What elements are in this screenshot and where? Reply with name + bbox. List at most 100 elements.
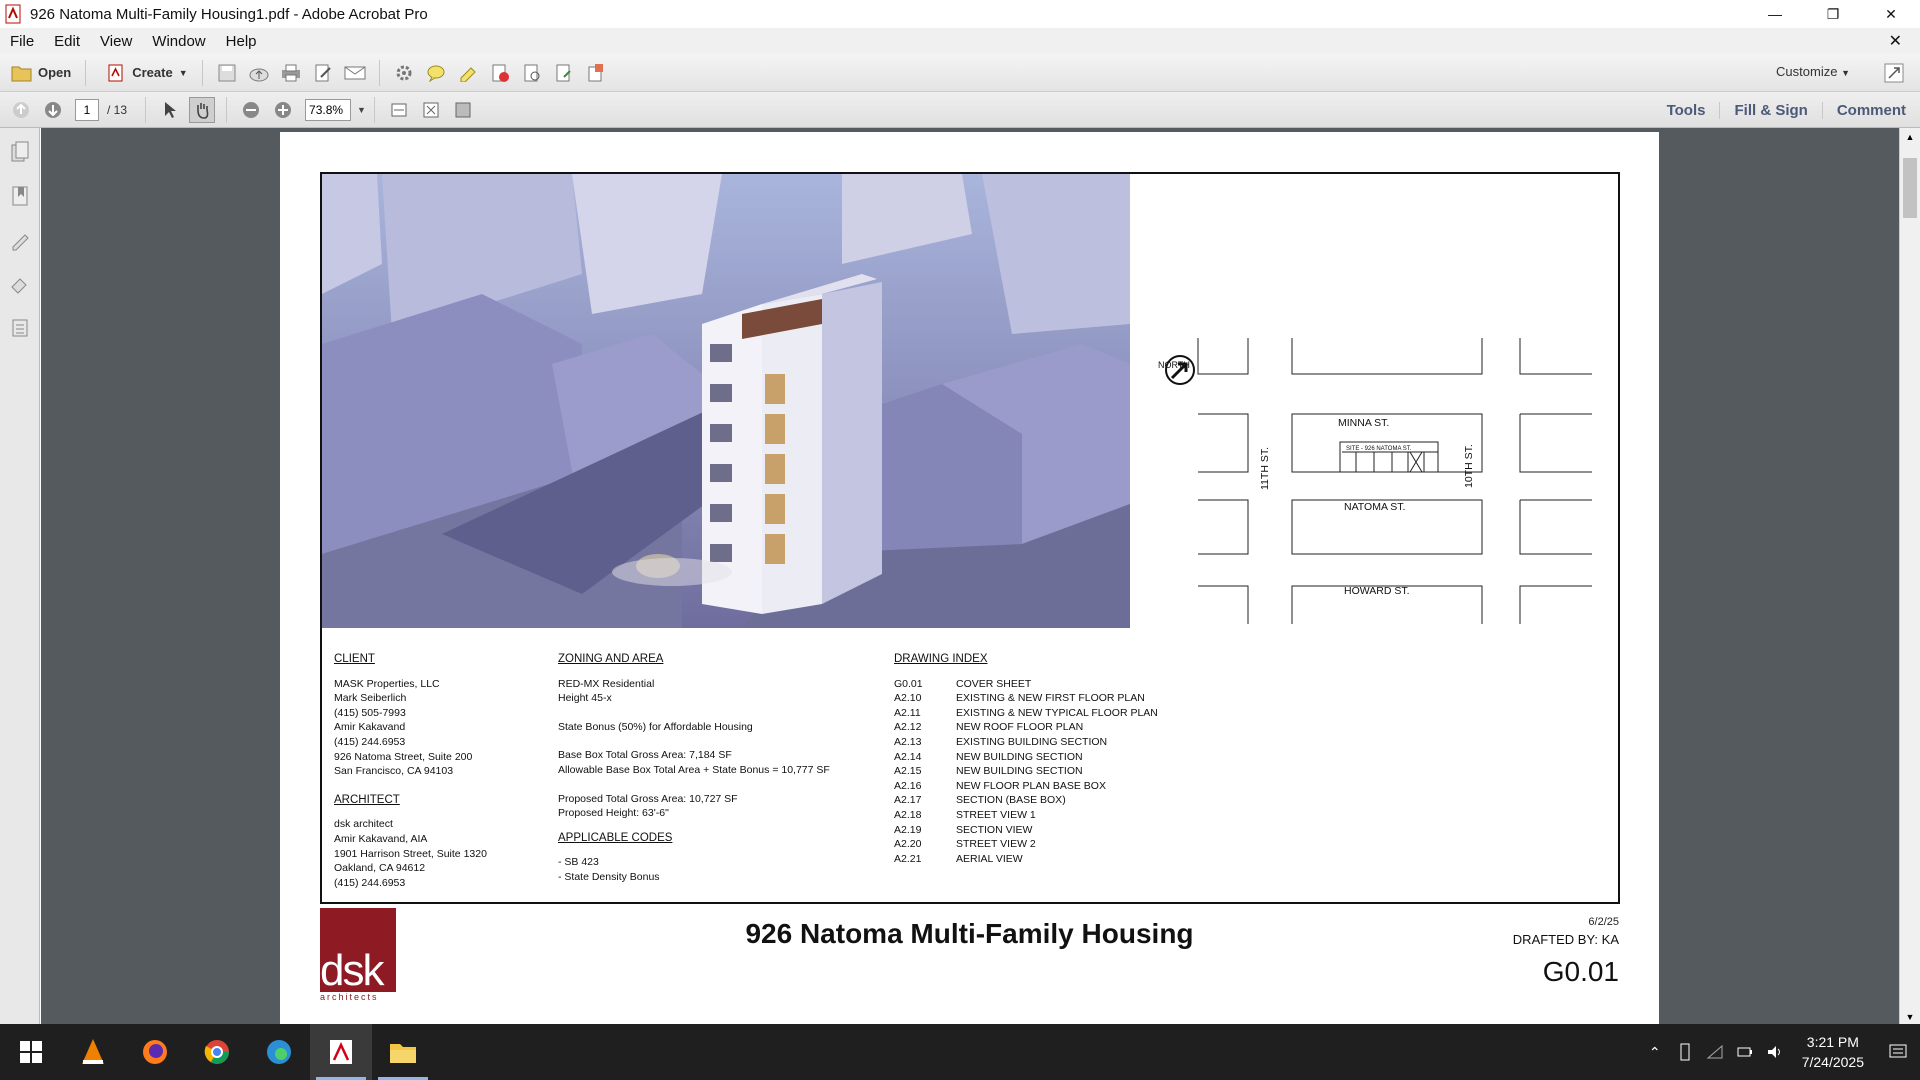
fill-sign-pane-button[interactable]: Fill & Sign	[1719, 101, 1821, 119]
tools-pane-button[interactable]: Tools	[1653, 102, 1720, 119]
restore-button[interactable]: ❐	[1804, 0, 1862, 28]
network-icon[interactable]	[1700, 1044, 1730, 1060]
zoning-line: Base Box Total Gross Area: 7,184 SF	[558, 749, 732, 762]
menu-edit[interactable]: Edit	[44, 33, 90, 50]
menu-view[interactable]: View	[90, 33, 142, 50]
previous-page-icon[interactable]	[8, 97, 34, 123]
start-windows-icon[interactable]	[0, 1024, 62, 1080]
fit-width-icon[interactable]	[386, 97, 412, 123]
close-document-icon[interactable]: ✕	[1879, 31, 1912, 51]
chrome-icon[interactable]	[186, 1024, 248, 1080]
map-street-11th: 11TH ST.	[1259, 447, 1271, 490]
file-explorer-icon[interactable]	[372, 1024, 434, 1080]
expand-icon[interactable]	[1881, 60, 1907, 86]
email-icon[interactable]	[342, 60, 368, 86]
zoning-line: Proposed Total Gross Area: 10,727 SF	[558, 792, 738, 805]
minimize-button[interactable]: —	[1746, 0, 1804, 28]
settings-gear-icon[interactable]	[391, 60, 417, 86]
architect-line: Amir Kakavand, AIA	[334, 832, 428, 845]
client-line: (415) 244.6953	[334, 735, 406, 748]
index-row: A2.14 NEW BUILDING SECTION	[894, 750, 1083, 763]
map-street-howard: HOWARD ST.	[1344, 585, 1410, 597]
window-title: 926 Natoma Multi-Family Housing1.pdf - A…	[30, 5, 428, 23]
vertical-scrollbar[interactable]: ▲ ▼	[1899, 128, 1920, 1024]
zoning-line: RED-MX Residential	[558, 677, 655, 690]
battery-icon[interactable]	[1730, 1044, 1760, 1060]
create-button[interactable]: Create ▼	[94, 58, 193, 88]
client-line: Mark Seiberlich	[334, 692, 407, 705]
structure-icon[interactable]	[0, 308, 40, 348]
toolbar-separator	[226, 96, 228, 123]
zoning-block: ZONING AND AREA RED-MX Residential Heigh…	[558, 652, 858, 885]
vlc-icon[interactable]	[62, 1024, 124, 1080]
map-street-10th: 10TH ST.	[1463, 444, 1475, 488]
zoning-heading: ZONING AND AREA	[558, 653, 664, 665]
save-icon[interactable]	[214, 60, 240, 86]
acrobat-taskbar-icon[interactable]	[310, 1024, 372, 1080]
index-row: A2.16 NEW FLOOR PLAN BASE BOX	[894, 779, 1106, 792]
select-tool-icon[interactable]	[157, 97, 183, 123]
scroll-thumb[interactable]	[1903, 158, 1917, 218]
comment-bubble-icon[interactable]	[423, 60, 449, 86]
client-block: CLIENT MASK Properties, LLC Mark Seiberl…	[334, 652, 534, 890]
page-number-input[interactable]: 1	[75, 98, 99, 121]
zoom-in-icon[interactable]	[270, 97, 296, 123]
map-street-minna: MINNA ST.	[1338, 417, 1390, 429]
chevron-up-icon[interactable]: ⌃	[1640, 1044, 1670, 1061]
customize-dropdown[interactable]: Customize ▼	[1776, 64, 1850, 79]
layers-edit-icon[interactable]	[0, 264, 40, 304]
cloud-upload-icon[interactable]	[246, 60, 272, 86]
zoning-line: Proposed Height: 63'-6"	[558, 807, 669, 820]
document-viewport[interactable]: NORTH MINNA ST. NATOMA ST. HOWARD ST. SI…	[41, 128, 1899, 1024]
chevron-down-icon[interactable]: ▼	[357, 105, 366, 115]
sheet-date: 6/2/25	[1588, 916, 1619, 928]
comment-pane-button[interactable]: Comment	[1821, 101, 1920, 119]
close-button[interactable]: ✕	[1862, 0, 1920, 28]
volume-icon[interactable]	[1760, 1044, 1790, 1060]
export-page-icon[interactable]	[551, 60, 577, 86]
scroll-down-icon[interactable]: ▼	[1900, 1012, 1920, 1022]
notifications-icon[interactable]	[1876, 1044, 1920, 1060]
menu-help[interactable]: Help	[216, 33, 267, 50]
print-icon[interactable]	[278, 60, 304, 86]
page-tools-icon[interactable]	[519, 60, 545, 86]
create-label: Create	[132, 65, 173, 80]
location-map	[1165, 338, 1592, 624]
folder-icon	[9, 60, 35, 86]
next-page-icon[interactable]	[40, 97, 66, 123]
full-screen-icon[interactable]	[450, 97, 476, 123]
hand-tool-icon[interactable]	[189, 96, 216, 123]
menu-window[interactable]: Window	[142, 33, 215, 50]
bookmarks-icon[interactable]	[0, 176, 40, 216]
aerial-rendering-image	[322, 174, 1130, 628]
chevron-down-icon: ▼	[178, 67, 188, 78]
usb-device-icon[interactable]	[1670, 1043, 1700, 1061]
scroll-up-icon[interactable]: ▲	[1900, 132, 1920, 142]
navigation-pane	[0, 128, 40, 1024]
index-row: A2.17 SECTION (BASE BOX)	[894, 794, 1066, 807]
zoning-line: Allowable Base Box Total Area + State Bo…	[558, 763, 830, 776]
menu-file[interactable]: File	[0, 33, 44, 50]
toolbar-separator	[373, 96, 375, 123]
extract-page-icon[interactable]	[583, 60, 609, 86]
zoom-out-icon[interactable]	[238, 97, 264, 123]
open-label: Open	[38, 65, 72, 80]
fit-page-icon[interactable]	[418, 97, 444, 123]
architect-line: dsk architect	[334, 818, 393, 831]
signature-icon[interactable]	[0, 220, 40, 260]
highlight-icon[interactable]	[455, 60, 481, 86]
clock-time: 3:21 PM	[1806, 1034, 1859, 1050]
index-row: A2.12 NEW ROOF FLOOR PLAN	[894, 721, 1084, 734]
firefox-icon[interactable]	[124, 1024, 186, 1080]
zoom-input[interactable]: 73.8%	[305, 98, 352, 121]
clock[interactable]: 3:21 PM 7/24/2025	[1790, 1032, 1876, 1072]
title-bar: 926 Natoma Multi-Family Housing1.pdf - A…	[0, 0, 1920, 28]
edit-document-icon[interactable]	[310, 60, 336, 86]
remove-page-icon[interactable]	[487, 60, 513, 86]
edge-icon[interactable]	[248, 1024, 310, 1080]
page-thumbnails-icon[interactable]	[0, 132, 40, 172]
toolbar-separator	[378, 59, 380, 86]
open-button[interactable]: Open	[0, 58, 77, 88]
codes-heading: APPLICABLE CODES	[558, 831, 673, 844]
drafted-by: DRAFTED BY: KA	[1512, 932, 1619, 947]
